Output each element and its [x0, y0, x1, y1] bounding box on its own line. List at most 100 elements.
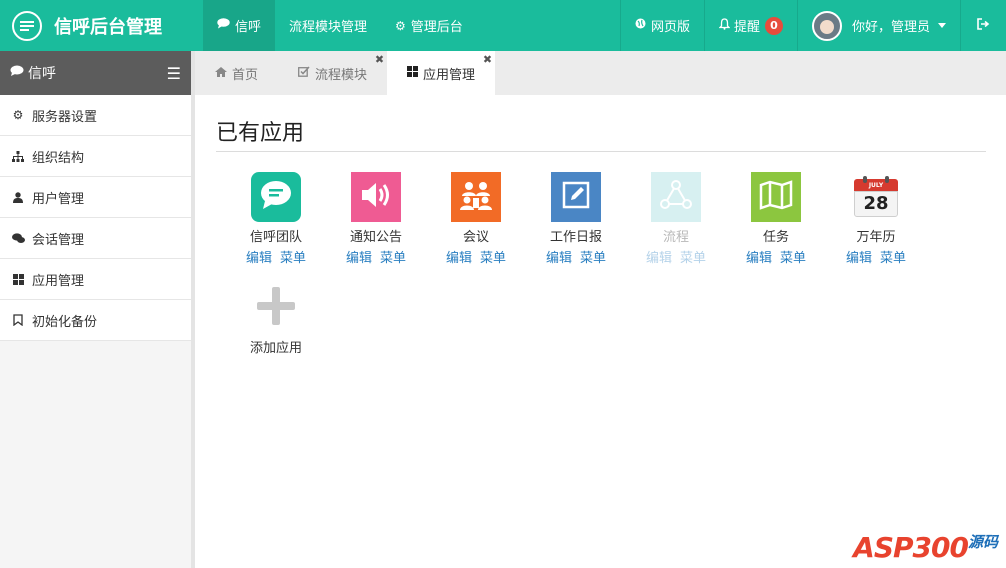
web-version-link[interactable]: 网页版 [619, 0, 704, 51]
app-edit-link[interactable]: 编辑 [446, 251, 472, 266]
remind-label: 提醒 [733, 20, 760, 35]
app-edit-link[interactable]: 编辑 [746, 251, 772, 266]
sidebar-item-label: 组织结构 [32, 150, 85, 166]
app-edit-link[interactable]: 编辑 [246, 251, 272, 266]
watermark-logo: ASP300源码 [853, 531, 998, 564]
app-card: 信呼团队 编辑 菜单 [226, 172, 326, 266]
caret-down-icon [938, 23, 946, 28]
globe-icon [635, 18, 646, 33]
app-edit-link[interactable]: 编辑 [846, 251, 872, 266]
app-tile[interactable] [751, 172, 801, 222]
tab-label: 首页 [232, 67, 259, 83]
bell-icon [718, 17, 731, 34]
sidebar-item-init-backup[interactable]: 初始化备份 [0, 300, 191, 341]
add-app-label: 添加应用 [249, 341, 302, 356]
top-right: 网页版 提醒 0 你好，管理员 [619, 0, 1006, 51]
sidebar-item-session-management[interactable]: 会话管理 [0, 218, 191, 259]
avatar [811, 10, 842, 41]
gear-icon: ⚙ [395, 18, 406, 33]
meeting-group-icon [457, 180, 495, 214]
user-menu[interactable]: 你好，管理员 [796, 0, 960, 51]
chat-icon [10, 65, 24, 81]
map-icon [758, 180, 794, 214]
topnav-flow-modules[interactable]: 流程模块管理 [275, 0, 381, 51]
chat-bubble-icon [259, 179, 293, 215]
add-app-button[interactable]: 添加应用 [226, 281, 326, 356]
bookmark-icon [10, 314, 26, 326]
app-tile[interactable] [451, 172, 501, 222]
brand-title: 信呼后台管理 [54, 16, 162, 38]
tab-flow-modules[interactable]: 流程模块 ✖ [278, 51, 387, 95]
close-icon[interactable]: ✖ [375, 53, 384, 66]
app-card: 任务 编辑 菜单 [726, 172, 826, 266]
tab-label: 流程模块 [315, 67, 368, 83]
plus-icon [251, 281, 301, 331]
app-card: 流程 编辑 菜单 [626, 172, 726, 266]
edit-square-icon [561, 180, 591, 214]
grid-icon [407, 65, 419, 81]
app-menu-link[interactable]: 菜单 [280, 251, 306, 266]
flow-nodes-icon [659, 179, 693, 215]
sidebar-item-label: 应用管理 [32, 273, 85, 289]
app-menu-link[interactable]: 菜单 [480, 251, 506, 266]
app-menu-link[interactable]: 菜单 [380, 251, 406, 266]
home-icon [215, 66, 227, 81]
sidebar: 信呼 ☰ ⚙ 服务器设置 组织结构 用户管理 会话管理 应用管理 初始化备份 [0, 51, 195, 568]
app-card: 会议 编辑 菜单 [426, 172, 526, 266]
sidebar-item-label: 服务器设置 [32, 109, 98, 125]
calendar-month: JULY [868, 182, 884, 189]
app-name: 任务 [762, 230, 789, 245]
tab-label: 应用管理 [423, 67, 476, 83]
web-version-label: 网页版 [650, 20, 690, 35]
app-edit-link[interactable]: 编辑 [646, 251, 672, 266]
sitemap-icon [10, 150, 26, 162]
app-name: 通知公告 [349, 230, 402, 245]
app-tile[interactable] [251, 172, 301, 222]
brand[interactable]: 信呼后台管理 [0, 0, 200, 51]
watermark-text: ASP300 [853, 531, 969, 564]
app-menu-link[interactable]: 菜单 [880, 251, 906, 266]
tab-home[interactable]: 首页 [195, 51, 278, 95]
sign-out-icon [977, 17, 990, 34]
app-name: 工作日报 [549, 230, 602, 245]
remind-button[interactable]: 提醒 0 [703, 0, 797, 51]
comments-icon [10, 232, 26, 244]
speaker-icon [358, 179, 394, 215]
topnav-xinhu[interactable]: 信呼 [203, 0, 276, 51]
app-menu-link[interactable]: 菜单 [780, 251, 806, 266]
logo-chat-icon [12, 10, 42, 41]
sidebar-item-server-settings[interactable]: ⚙ 服务器设置 [0, 95, 191, 136]
sidebar-item-user-management[interactable]: 用户管理 [0, 177, 191, 218]
app-tile[interactable] [351, 172, 401, 222]
sidebar-item-label: 会话管理 [32, 232, 85, 248]
app-edit-link[interactable]: 编辑 [546, 251, 572, 266]
app-menu-link[interactable]: 菜单 [580, 251, 606, 266]
app-tile[interactable] [551, 172, 601, 222]
checkbox-icon [298, 65, 310, 81]
calendar-icon: JULY 28 [854, 175, 898, 219]
app-tile[interactable] [651, 172, 701, 222]
topnav-admin[interactable]: ⚙ 管理后台 [381, 0, 477, 51]
topnav-label: 流程模块管理 [289, 20, 368, 35]
grid-icon [10, 273, 26, 285]
app-card: JULY 28 万年历 编辑 菜单 [826, 172, 926, 266]
app-menu-link[interactable]: 菜单 [680, 251, 706, 266]
sidebar-item-app-management[interactable]: 应用管理 [0, 259, 191, 300]
tab-app-management[interactable]: 应用管理 ✖ [387, 51, 496, 95]
app-name: 会议 [462, 230, 489, 245]
chat-icon [217, 18, 230, 33]
top-bar: 信呼后台管理 信呼 流程模块管理 ⚙ 管理后台 网页版 提醒 0 你好，管理员 [0, 0, 1006, 51]
app-tile[interactable]: JULY 28 [851, 172, 901, 222]
main-content: 已有应用 信呼团队 编辑 菜单 通知公告 编辑 菜单 会议 编辑 菜单 工作日报… [195, 95, 1006, 568]
menu-toggle-icon[interactable]: ☰ [167, 64, 181, 83]
gear-icon: ⚙ [12, 108, 24, 122]
topnav-label: 管理后台 [410, 20, 463, 35]
close-icon[interactable]: ✖ [483, 53, 492, 66]
app-name: 流程 [662, 230, 689, 245]
app-edit-link[interactable]: 编辑 [346, 251, 372, 266]
sidebar-item-org-structure[interactable]: 组织结构 [0, 136, 191, 177]
app-card: 通知公告 编辑 菜单 [326, 172, 426, 266]
user-greeting: 你好，管理员 [851, 20, 930, 35]
logout-button[interactable] [960, 0, 1006, 51]
app-name: 信呼团队 [249, 230, 302, 245]
